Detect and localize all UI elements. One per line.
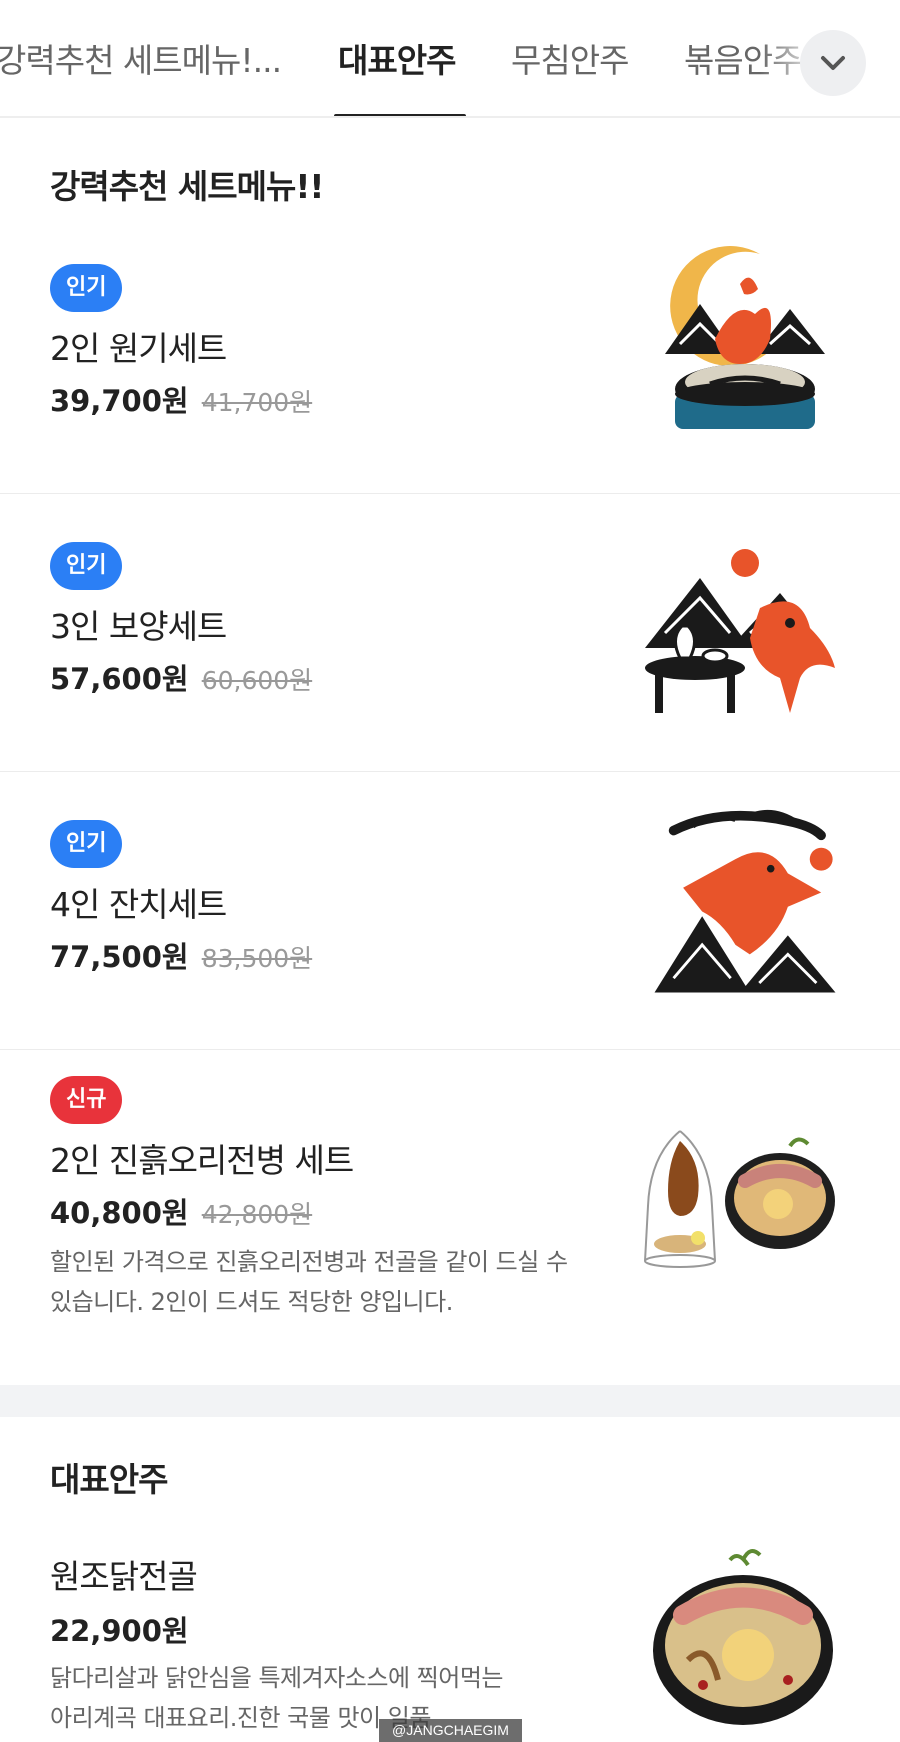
popular-badge: 인기 xyxy=(50,542,123,590)
popular-badge: 인기 xyxy=(50,820,123,868)
sale-price: 39,700원 xyxy=(50,384,189,418)
menu-item-name: 2인 원기세트 xyxy=(50,329,227,368)
original-price: 83,500원 xyxy=(201,944,313,973)
sale-price: 22,900원 xyxy=(50,1614,189,1648)
menu-item-name: 3인 보양세트 xyxy=(50,607,227,646)
menu-item[interactable]: 인기 4인 잔치세트 77,500원 83,500원 xyxy=(0,772,900,1050)
fire-bird-drinking-illustration xyxy=(645,549,835,713)
section-title: 강력추천 세트메뉴!! xyxy=(50,167,324,206)
chevron-down-icon xyxy=(821,56,845,70)
price-row: 77,500원 83,500원 xyxy=(50,934,312,976)
sale-price: 57,600원 xyxy=(50,662,189,696)
chicken-stew-photo xyxy=(653,1549,833,1725)
watermark: @JANGCHAEGIM xyxy=(379,1719,522,1742)
price-row: 57,600원 60,600원 xyxy=(50,656,312,698)
fire-bird-moon-illustration xyxy=(665,246,825,429)
menu-item[interactable]: 원조닭전골 22,900원 닭다리살과 닭안심을 특제겨자소스에 찍어먹는 아리… xyxy=(0,1530,900,1742)
price-row: 22,900원 xyxy=(50,1608,189,1650)
sale-price: 77,500원 xyxy=(50,940,189,974)
fire-bird-pine-tree-illustration xyxy=(654,809,836,993)
tab-signature-dishes[interactable]: 대표안주 xyxy=(338,34,456,82)
menu-item-name: 4인 잔치세트 xyxy=(50,885,227,924)
menu-item[interactable]: 신규 2인 진흙오리전병 세트 40,800원 42,800원 할인된 가격으로… xyxy=(0,1050,900,1385)
tab-seasoned-dishes[interactable]: 무침안주 xyxy=(511,34,629,82)
menu-item[interactable]: 인기 3인 보양세트 57,600원 60,600원 xyxy=(0,494,900,772)
sale-price: 40,800원 xyxy=(50,1196,189,1230)
price-row: 39,700원 41,700원 xyxy=(50,378,312,420)
active-tab-indicator xyxy=(334,114,466,116)
duck-and-stew-photo xyxy=(644,1130,835,1268)
original-price: 42,800원 xyxy=(201,1200,313,1229)
menu-item-description: 할인된 가격으로 진흙오리전병과 전골을 같이 드실 수 있습니다. 2인이 드… xyxy=(50,1248,568,1316)
price-row: 40,800원 42,800원 xyxy=(50,1190,312,1232)
menu-item-name: 2인 진흙오리전병 세트 xyxy=(50,1141,354,1180)
menu-item[interactable]: 인기 2인 원기세트 39,700원 41,700원 xyxy=(0,222,900,494)
expand-categories-button[interactable] xyxy=(800,30,866,96)
popular-badge: 인기 xyxy=(50,264,123,312)
tab-recommended-sets[interactable]: 강력추천 세트메뉴!... xyxy=(0,34,282,82)
new-badge: 신규 xyxy=(50,1076,123,1124)
menu-item-description: 닭다리살과 닭안심을 특제겨자소스에 찍어먹는 아리계곡 대표요리.진한 국물 … xyxy=(50,1664,504,1732)
original-price: 41,700원 xyxy=(201,388,313,417)
category-tab-bar: 강력추천 세트메뉴!... 대표안주 무침안주 볶음안주 xyxy=(0,0,900,118)
menu-item-name: 원조닭전골 xyxy=(50,1557,198,1596)
section-title: 대표안주 xyxy=(50,1460,168,1499)
section-divider xyxy=(0,1385,900,1417)
original-price: 60,600원 xyxy=(201,666,313,695)
